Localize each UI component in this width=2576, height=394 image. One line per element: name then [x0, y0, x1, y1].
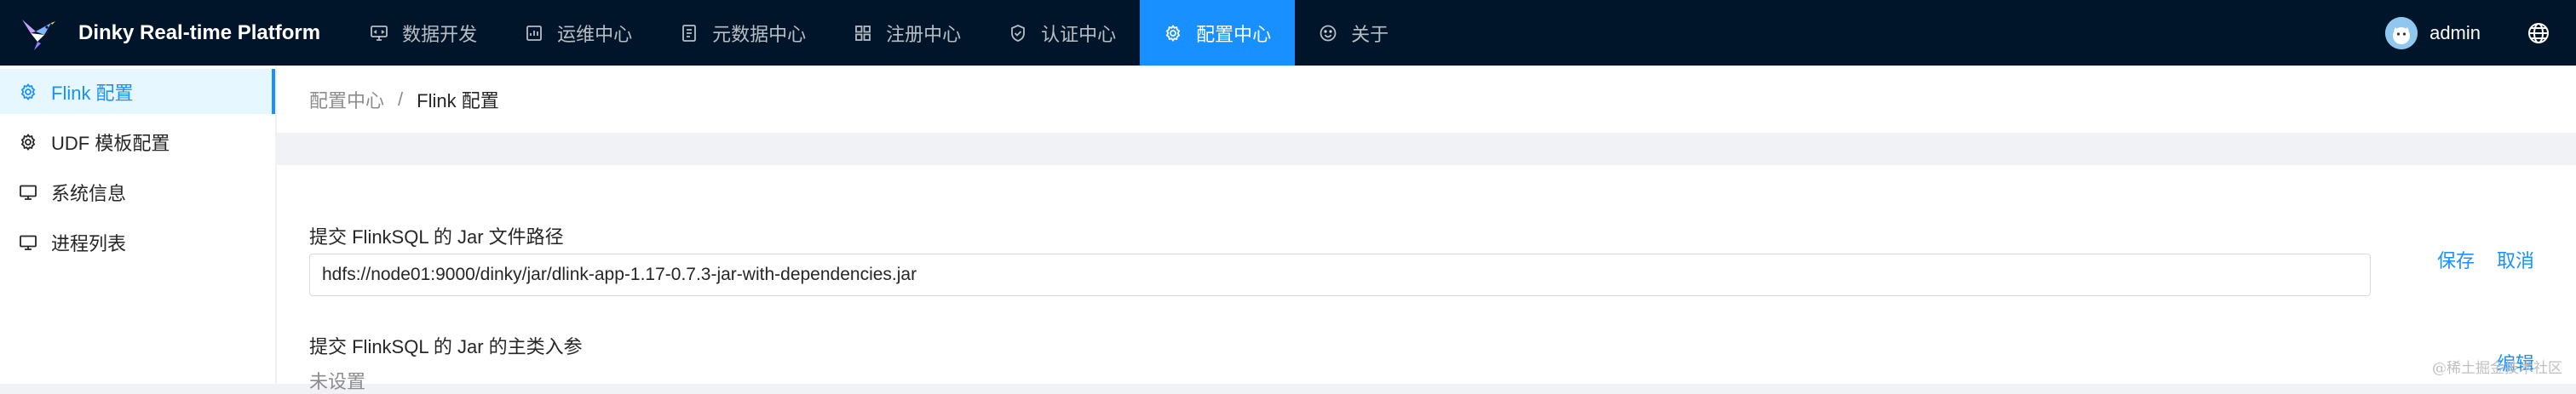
main-args-label: 提交 FlinkSQL 的 Jar 的主类入参 [309, 332, 583, 359]
desktop-code-icon [370, 24, 388, 43]
monitor-box-icon [525, 24, 543, 43]
sidebar-item-label: 进程列表 [51, 229, 126, 256]
nav-item-data-development[interactable]: 数据开发 [346, 0, 501, 66]
nav-item-metadata-center[interactable]: 元数据中心 [656, 0, 830, 66]
monitor-icon [19, 233, 37, 252]
main-content: 提交 FlinkSQL 的 Jar 文件路径 保存 取消 提交 FlinkSQL… [277, 133, 2576, 384]
main-args-value: 未设置 [309, 367, 365, 394]
nav-item-operations-center[interactable]: 运维中心 [501, 0, 656, 66]
nav-item-auth-center[interactable]: 认证中心 [985, 0, 1140, 66]
shield-check-icon [1009, 24, 1027, 43]
main-nav: 数据开发 运维中心 元数据中心 注册中心 [346, 0, 1412, 66]
nav-item-registry-center[interactable]: 注册中心 [830, 0, 985, 66]
nav-item-label: 运维中心 [557, 20, 632, 47]
monitor-icon [19, 183, 37, 202]
nav-item-label: 配置中心 [1196, 20, 1271, 47]
gear-icon [19, 133, 37, 151]
sidebar-item-udf-template-config[interactable]: UDF 模板配置 [0, 119, 275, 164]
user-menu[interactable]: admin [2365, 0, 2501, 66]
hummingbird-logo-icon [19, 14, 56, 52]
sidebar: Flink 配置 UDF 模板配置 系统信息 进程列表 [0, 66, 276, 384]
sidebar-item-label: Flink 配置 [51, 78, 134, 106]
header-right: admin [2365, 0, 2576, 66]
nav-item-label: 认证中心 [1041, 20, 1116, 47]
app-logo[interactable]: Dinky Real-time Platform [0, 0, 339, 66]
breadcrumb-current: Flink 配置 [417, 86, 499, 113]
breadcrumb: 配置中心 / Flink 配置 [277, 66, 2576, 133]
nav-item-config-center[interactable]: 配置中心 [1140, 0, 1295, 66]
nav-item-label: 数据开发 [402, 20, 477, 47]
top-header: Dinky Real-time Platform 数据开发 运维中心 [0, 0, 2576, 66]
username: admin [2429, 22, 2481, 44]
sidebar-item-system-info[interactable]: 系统信息 [0, 169, 275, 214]
app-title: Dinky Real-time Platform [78, 21, 320, 45]
sidebar-item-label: UDF 模板配置 [51, 128, 170, 156]
avatar-icon [2385, 17, 2418, 49]
settings-card: 提交 FlinkSQL 的 Jar 文件路径 保存 取消 提交 FlinkSQL… [277, 165, 2576, 384]
watermark: @稀土掘金技术社区 [2432, 356, 2562, 377]
breadcrumb-separator: / [398, 89, 403, 111]
avatar [2385, 17, 2418, 49]
language-switch[interactable] [2501, 0, 2576, 66]
jar-path-input[interactable] [309, 254, 2371, 296]
globe-icon [2527, 21, 2550, 45]
nav-item-label: 元数据中心 [712, 20, 806, 47]
gear-icon [19, 83, 37, 101]
jar-path-label: 提交 FlinkSQL 的 Jar 文件路径 [309, 222, 564, 249]
document-icon [680, 24, 699, 43]
sidebar-item-process-list[interactable]: 进程列表 [0, 220, 275, 265]
nav-item-label: 关于 [1351, 20, 1389, 47]
appstore-icon [854, 24, 872, 43]
sidebar-item-label: 系统信息 [51, 179, 126, 206]
breadcrumb-parent-link[interactable]: 配置中心 [309, 86, 384, 113]
sidebar-item-flink-config[interactable]: Flink 配置 [0, 69, 275, 114]
gear-icon [1164, 24, 1182, 43]
nav-item-label: 注册中心 [886, 20, 961, 47]
nav-item-about[interactable]: 关于 [1295, 0, 1412, 66]
smile-icon [1319, 24, 1337, 43]
save-button[interactable]: 保存 [2437, 246, 2475, 273]
cancel-button[interactable]: 取消 [2497, 246, 2534, 273]
